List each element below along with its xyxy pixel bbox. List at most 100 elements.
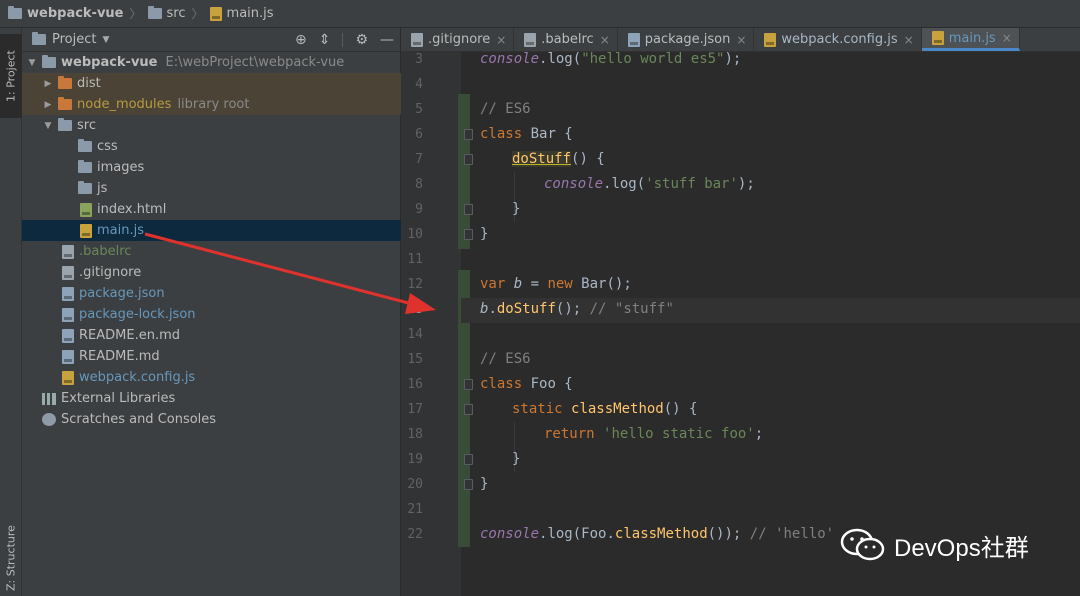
tree-item-external-libraries[interactable]: External Libraries (22, 388, 401, 409)
project-view-selector[interactable]: Project ▼ (32, 32, 109, 47)
locate-icon[interactable]: ⊕ (295, 32, 307, 48)
fold-icon[interactable] (464, 229, 473, 240)
code-line: b.doStuff(); // "stuff" (480, 301, 674, 317)
minimize-icon[interactable]: — (380, 32, 394, 48)
tree-item-images[interactable]: images (22, 157, 401, 178)
code-token: return (544, 426, 595, 442)
code-token: b (505, 276, 523, 292)
tree-item-package-lock-json[interactable]: package-lock.json (22, 304, 401, 325)
code-token: ( (572, 52, 582, 67)
fold-icon[interactable] (464, 454, 473, 465)
tree-item-label: package-lock.json (79, 307, 196, 322)
collapsed-arrow-icon[interactable]: ▶ (42, 100, 54, 110)
close-icon[interactable]: × (1002, 31, 1012, 45)
code-token: "hello world es5" (581, 52, 725, 67)
tab-gitignore[interactable]: .gitignore × (401, 28, 515, 51)
code-line: return 'hello static foo'; (544, 426, 763, 442)
line-number: 6 (415, 127, 423, 142)
code-token: . (488, 301, 497, 317)
structure-tool-tab[interactable]: Z: Structure (0, 518, 22, 596)
tree-item-index-html[interactable]: index.html (22, 199, 401, 220)
code-line: static classMethod() { (512, 401, 697, 417)
code-line: doStuff() { (512, 151, 605, 167)
tab-babelrc[interactable]: .babelrc × (514, 28, 618, 51)
tree-item-dist[interactable]: ▶ dist (22, 73, 401, 94)
tree-item-readme-en-md[interactable]: README.en.md (22, 325, 401, 346)
close-icon[interactable]: × (496, 33, 506, 47)
close-icon[interactable]: × (736, 33, 746, 47)
collapse-all-icon[interactable]: ⇕ (319, 32, 331, 48)
tab-label: main.js (948, 30, 996, 46)
tree-item-package-json[interactable]: package.json (22, 283, 401, 304)
tree-item-library-root: library root (177, 97, 250, 112)
code-line: // ES6 (480, 101, 531, 117)
tab-label: .babelrc (541, 32, 594, 47)
project-tool-tab[interactable]: 1: Project (0, 34, 22, 118)
chevron-right-icon: 〉 (129, 7, 142, 21)
js-file-icon (80, 223, 92, 238)
line-number: 18 (407, 427, 423, 442)
code-token: Bar { (522, 126, 573, 142)
line-number: 22 (407, 527, 423, 542)
fold-icon[interactable] (464, 479, 473, 490)
left-tool-strip: 1: Project Z: Structure (0, 28, 22, 596)
line-number: 17 (407, 402, 423, 417)
tree-item-webpack-config-js[interactable]: webpack.config.js (22, 367, 401, 388)
expanded-arrow-icon[interactable]: ▼ (26, 58, 38, 68)
code-token: var (480, 276, 506, 292)
fold-icon[interactable] (464, 404, 473, 415)
tab-main-js[interactable]: main.js × (921, 28, 1020, 51)
js-file-icon (62, 370, 74, 385)
tab-package-json[interactable]: package.json × (618, 28, 755, 51)
tab-webpack-config-js[interactable]: webpack.config.js × (754, 28, 922, 51)
code-token: new (547, 276, 573, 292)
gear-icon[interactable]: ⚙ (355, 32, 368, 48)
line-number: 8 (415, 177, 423, 192)
code-token: 'hello static foo' (603, 426, 755, 442)
breadcrumb-project[interactable]: webpack-vue (8, 6, 124, 21)
text-file-icon (62, 265, 74, 280)
close-icon[interactable]: × (600, 33, 610, 47)
tree-item-babelrc[interactable]: .babelrc (22, 241, 401, 262)
collapsed-arrow-icon[interactable]: ▶ (42, 79, 54, 89)
tree-item-label: node_modules (77, 97, 172, 112)
project-icon (32, 32, 46, 45)
tree-item-webpack-vue[interactable]: ▼ webpack-vue E:\webProject\webpack-vue (22, 52, 401, 73)
folder-icon (78, 139, 92, 152)
code-token: classMethod (614, 526, 708, 542)
chevron-right-icon: 〉 (191, 7, 204, 21)
tree-item-node-modules[interactable]: ▶ node_modules library root (22, 94, 401, 115)
tree-item-scratches[interactable]: Scratches and Consoles (22, 409, 401, 430)
expanded-arrow-icon[interactable]: ▼ (42, 121, 54, 131)
code-token: () { (571, 151, 605, 167)
line-number: 10 (407, 227, 423, 242)
tree-item-src[interactable]: ▼ src (22, 115, 401, 136)
breadcrumb-project-label: webpack-vue (27, 6, 124, 21)
code-token: // 'hello' (749, 526, 835, 542)
markdown-file-icon (62, 328, 74, 343)
breadcrumb-file[interactable]: main.js (209, 6, 274, 21)
fold-icon[interactable] (464, 204, 473, 215)
fold-icon[interactable] (464, 379, 473, 390)
code-token: () { (663, 401, 698, 417)
tree-item-readme-md[interactable]: README.md (22, 346, 401, 367)
close-icon[interactable]: × (904, 33, 914, 47)
code-line: } (512, 201, 521, 217)
line-number: 15 (407, 352, 423, 367)
code-token: ()); (707, 526, 750, 542)
fold-icon[interactable] (464, 129, 473, 140)
line-number: 16 (407, 377, 423, 392)
fold-icon[interactable] (464, 154, 473, 165)
tab-label: .gitignore (428, 32, 491, 47)
breadcrumb-file-label: main.js (226, 6, 274, 21)
line-number: 20 (407, 477, 423, 492)
scratches-icon (42, 413, 56, 426)
folder-icon (147, 6, 162, 19)
code-editor[interactable]: 3 4 5 6 7 8 9 10 11 12 13 14 15 16 17 18… (401, 52, 1080, 596)
breadcrumb-folder[interactable]: src (147, 6, 186, 21)
tree-item-gitignore[interactable]: .gitignore (22, 262, 401, 283)
tree-item-main-js[interactable]: main.js (22, 220, 401, 241)
code-line: class Foo { (480, 376, 573, 392)
tree-item-js[interactable]: js (22, 178, 401, 199)
tree-item-css[interactable]: css (22, 136, 401, 157)
